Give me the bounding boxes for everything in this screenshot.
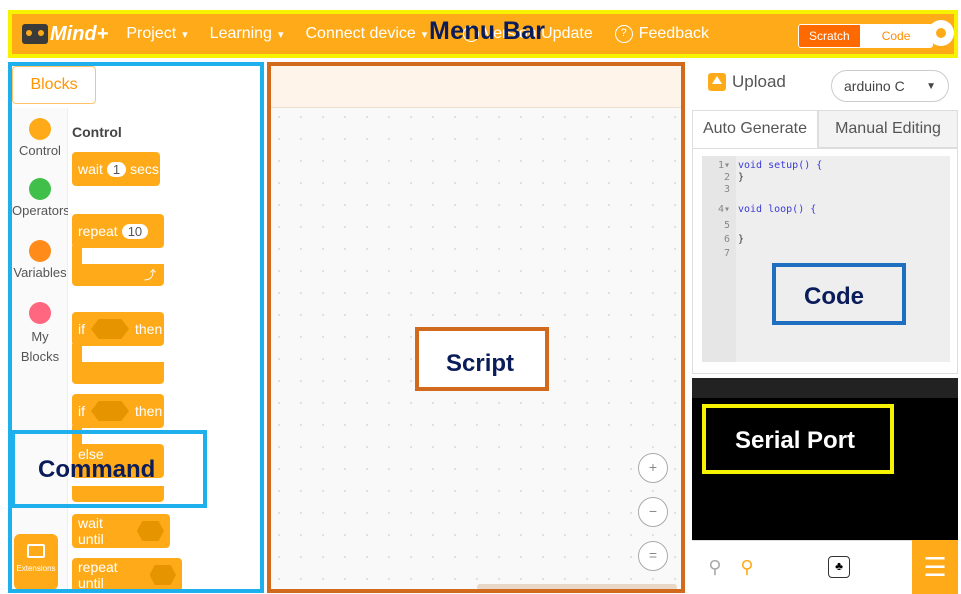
category-column: Control Operators Variables My Blocks bbox=[12, 108, 70, 592]
command-annotation: Command bbox=[38, 456, 156, 483]
block-repeat-prefix: repeat bbox=[78, 223, 118, 239]
block-if-prefix: if bbox=[78, 321, 85, 337]
condition-slot-icon[interactable] bbox=[91, 401, 129, 421]
category-variables-label: Variables bbox=[13, 265, 67, 280]
upload-icon bbox=[708, 73, 726, 91]
block-repeat[interactable]: repeat 10 bbox=[72, 214, 164, 248]
brand-name: Mind+ bbox=[50, 22, 109, 45]
usb-active-icon[interactable]: ⚲ bbox=[736, 556, 758, 578]
code-annotation: Code bbox=[804, 283, 864, 310]
category-control[interactable]: Control bbox=[12, 118, 68, 158]
zoom-reset-icon[interactable]: = bbox=[638, 541, 668, 571]
menu-learning-label: Learning bbox=[209, 25, 272, 42]
block-if-then-else[interactable]: if then bbox=[72, 394, 164, 428]
palette-heading: Control bbox=[72, 124, 122, 140]
logo-icon bbox=[22, 24, 48, 44]
my-blocks-dot-icon bbox=[29, 302, 51, 324]
gear-icon[interactable] bbox=[928, 20, 954, 46]
zoom-in-icon[interactable]: + bbox=[638, 453, 668, 483]
operators-dot-icon bbox=[29, 178, 51, 200]
mode-toggle: Scratch Code bbox=[798, 24, 934, 48]
block-if-footer bbox=[72, 362, 164, 384]
question-icon: ? bbox=[614, 25, 633, 43]
block-repeat-value[interactable]: 10 bbox=[121, 223, 149, 239]
zoom-out-icon[interactable]: − bbox=[638, 497, 668, 527]
block-wait-prefix: wait bbox=[78, 161, 103, 177]
category-operators-label: Operators bbox=[12, 203, 70, 218]
code-tabs: Auto Generate Manual Editing bbox=[692, 110, 958, 148]
upload-label: Upload bbox=[732, 72, 786, 91]
block-wait-suffix: secs bbox=[130, 161, 159, 177]
block-repeat-until[interactable]: repeat until bbox=[72, 558, 182, 592]
menu-learning[interactable]: Learning ▾ bbox=[210, 25, 284, 43]
chevron-down-icon: ▾ bbox=[182, 28, 188, 41]
menu-project-label: Project bbox=[126, 25, 177, 42]
feedback-label: Feedback bbox=[638, 25, 709, 42]
usb-icon[interactable]: ⚲ bbox=[704, 556, 726, 578]
tab-manual-editing[interactable]: Manual Editing bbox=[818, 110, 958, 148]
mindplus-window: Mind+ Project ▾ Learning ▾ Connect devic… bbox=[0, 0, 961, 594]
serial-port-header bbox=[692, 378, 958, 398]
menu-project[interactable]: Project ▾ bbox=[126, 25, 187, 43]
tab-auto-generate[interactable]: Auto Generate bbox=[692, 110, 818, 148]
upload-button[interactable]: Upload bbox=[708, 72, 786, 92]
condition-slot-icon[interactable] bbox=[91, 319, 129, 339]
mode-scratch-button[interactable]: Scratch bbox=[799, 25, 860, 47]
block-if-suffix: then bbox=[135, 321, 163, 337]
code-line: 7 bbox=[723, 248, 730, 259]
code-editor[interactable] bbox=[702, 156, 950, 362]
extensions-icon bbox=[27, 544, 45, 558]
control-dot-icon bbox=[29, 118, 51, 140]
code-line: 4▾ void loop() { bbox=[717, 204, 817, 215]
block-wait-until-label: wait until bbox=[78, 515, 104, 547]
menu-connect-label: Connect device bbox=[305, 25, 416, 42]
menu-bar-annotation: Menu Bar bbox=[429, 17, 546, 45]
block-repeat-until-label: repeat until bbox=[78, 559, 118, 591]
serial-annotation: Serial Port bbox=[735, 427, 856, 454]
arduino-icon[interactable]: ♣ bbox=[828, 556, 850, 578]
block-wait-value[interactable]: 1 bbox=[106, 161, 127, 177]
code-line: 1▾ void setup() { bbox=[717, 160, 823, 171]
script-annotation: Script bbox=[446, 350, 515, 377]
category-operators[interactable]: Operators bbox=[12, 178, 70, 218]
category-variables[interactable]: Variables bbox=[12, 240, 68, 280]
code-line: 2} bbox=[723, 172, 745, 183]
tab-blocks[interactable]: Blocks bbox=[12, 66, 96, 104]
list-icon[interactable]: ☰ bbox=[912, 540, 958, 594]
block-wait[interactable]: wait 1 secs bbox=[72, 152, 160, 186]
block-ifelse-prefix: if bbox=[78, 403, 85, 419]
condition-slot-icon[interactable] bbox=[149, 565, 176, 585]
chevron-down-icon: ▾ bbox=[277, 28, 284, 41]
extensions-button[interactable]: Extensions bbox=[14, 534, 58, 590]
code-line: 5 bbox=[723, 220, 730, 231]
category-my-blocks-label: My Blocks bbox=[20, 329, 60, 364]
script-scrollbar[interactable] bbox=[477, 584, 677, 590]
menu-feedback[interactable]: ? Feedback bbox=[614, 25, 709, 43]
chevron-down-icon: ▾ bbox=[421, 28, 428, 41]
condition-slot-icon[interactable] bbox=[136, 521, 164, 541]
block-ifelse-suffix: then bbox=[135, 403, 163, 419]
category-my-blocks[interactable]: My Blocks bbox=[12, 302, 68, 367]
menu-connect-device[interactable]: Connect device ▾ bbox=[305, 25, 427, 43]
board-select-value: arduino C bbox=[844, 78, 905, 94]
block-if-then[interactable]: if then bbox=[72, 312, 164, 346]
block-wait-until[interactable]: wait until bbox=[72, 514, 170, 548]
menu-bar: Mind+ Project ▾ Learning ▾ Connect devic… bbox=[0, 0, 961, 62]
chevron-down-icon: ▼ bbox=[926, 80, 936, 92]
script-topbar bbox=[268, 62, 684, 108]
board-select[interactable]: arduino C ▼ bbox=[831, 70, 949, 102]
code-line: 3 bbox=[723, 184, 730, 195]
brand-logo[interactable]: Mind+ bbox=[22, 23, 108, 46]
variables-dot-icon bbox=[29, 240, 51, 262]
extensions-label: Extensions bbox=[16, 564, 56, 573]
category-control-label: Control bbox=[19, 143, 61, 158]
code-line: 6} bbox=[723, 234, 745, 245]
mode-code-button[interactable]: Code bbox=[859, 25, 933, 47]
block-repeat-footer: ⤴ bbox=[72, 264, 164, 286]
